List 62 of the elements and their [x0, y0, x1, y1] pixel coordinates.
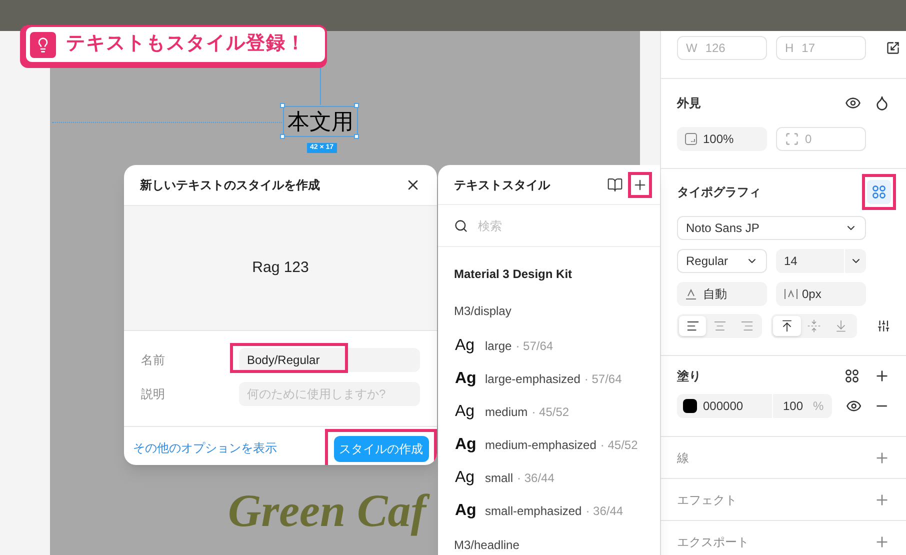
section-title: 塗り [677, 368, 702, 385]
library-name: Material 3 Design Kit [453, 266, 574, 283]
align-bottom-icon [834, 319, 848, 333]
search-icon [454, 218, 468, 232]
letter-spacing-icon [784, 288, 798, 300]
search-field[interactable]: 検索 [478, 216, 644, 234]
guide-line [320, 68, 321, 105]
align-left-button[interactable] [679, 316, 706, 336]
corner-radius-icon [785, 132, 799, 146]
text-field[interactable]: Body/Regular [239, 348, 420, 372]
callout-text: テキストもスタイル登録！ [66, 32, 306, 56]
opacity-field[interactable]: 100% [677, 127, 767, 151]
resize-handle[interactable] [354, 103, 359, 108]
add-style-button[interactable] [628, 172, 652, 198]
align-top-icon [780, 319, 794, 333]
resize-handle[interactable] [280, 134, 285, 139]
section-title: タイポグラフィ [677, 184, 762, 201]
selected-text: 本文用 [283, 106, 358, 137]
section-title: エクスポート [677, 534, 750, 550]
eye-icon[interactable] [846, 398, 862, 414]
add-icon[interactable] [874, 368, 890, 384]
text-style-item[interactable]: Ag large-emphasized · 57/64 [438, 362, 660, 395]
more-options-link[interactable]: その他のオプションを表示 [133, 438, 325, 456]
align-middle-icon [807, 319, 822, 333]
styles-icon [872, 185, 886, 199]
text-settings-icon[interactable] [876, 319, 890, 333]
dialog-title: 新しいテキストのスタイルを作成 [140, 177, 321, 194]
text-style-item[interactable]: Ag large · 57/64 [438, 329, 660, 362]
preview-text: Rag 123 [252, 258, 309, 278]
letter-spacing-field[interactable]: 0px [776, 282, 866, 306]
section-title: エフェクト [677, 492, 738, 508]
font-weight-dropdown[interactable]: Regular [677, 249, 767, 273]
text-style-item[interactable]: Ag small · 36/44 [438, 461, 660, 494]
resize-icon[interactable] [886, 41, 900, 55]
eye-icon[interactable] [845, 95, 861, 111]
align-center-icon [712, 319, 727, 333]
droplet-icon[interactable] [874, 95, 890, 111]
section-title: 外見 [677, 95, 702, 112]
group-name: M3/display [453, 303, 512, 320]
font-size-field[interactable]: 14 [776, 249, 866, 273]
opacity-icon [685, 133, 697, 145]
align-right-icon [740, 319, 754, 333]
field-label: 名前 [141, 352, 166, 369]
text-style-item[interactable]: Ag small-emphasized · 36/44 [438, 494, 660, 527]
text-style-item[interactable]: Ag medium-emphasized · 45/52 [438, 428, 660, 461]
font-family-dropdown[interactable]: Noto Sans JP [677, 216, 866, 240]
section-title: 線 [677, 450, 690, 466]
line-height-field[interactable]: 自動 [677, 282, 767, 306]
resize-handle[interactable] [280, 103, 285, 108]
text-field[interactable]: 何のために使用しますか? [239, 382, 420, 406]
fill-color-field[interactable]: 000000 100 % [677, 394, 832, 418]
text-style-item[interactable]: Ag medium · 45/52 [438, 395, 660, 428]
panel-title: テキストスタイル [454, 176, 552, 194]
line-height-icon [685, 288, 697, 300]
styles-icon [845, 369, 859, 383]
library-icon[interactable] [607, 176, 623, 192]
field-label: 説明 [141, 386, 166, 403]
text-styles-button[interactable] [862, 174, 896, 210]
align-top-button[interactable] [773, 316, 800, 336]
resize-handle[interactable] [354, 134, 359, 139]
group-name: M3/headline [453, 537, 520, 554]
align-left-icon [686, 319, 700, 333]
